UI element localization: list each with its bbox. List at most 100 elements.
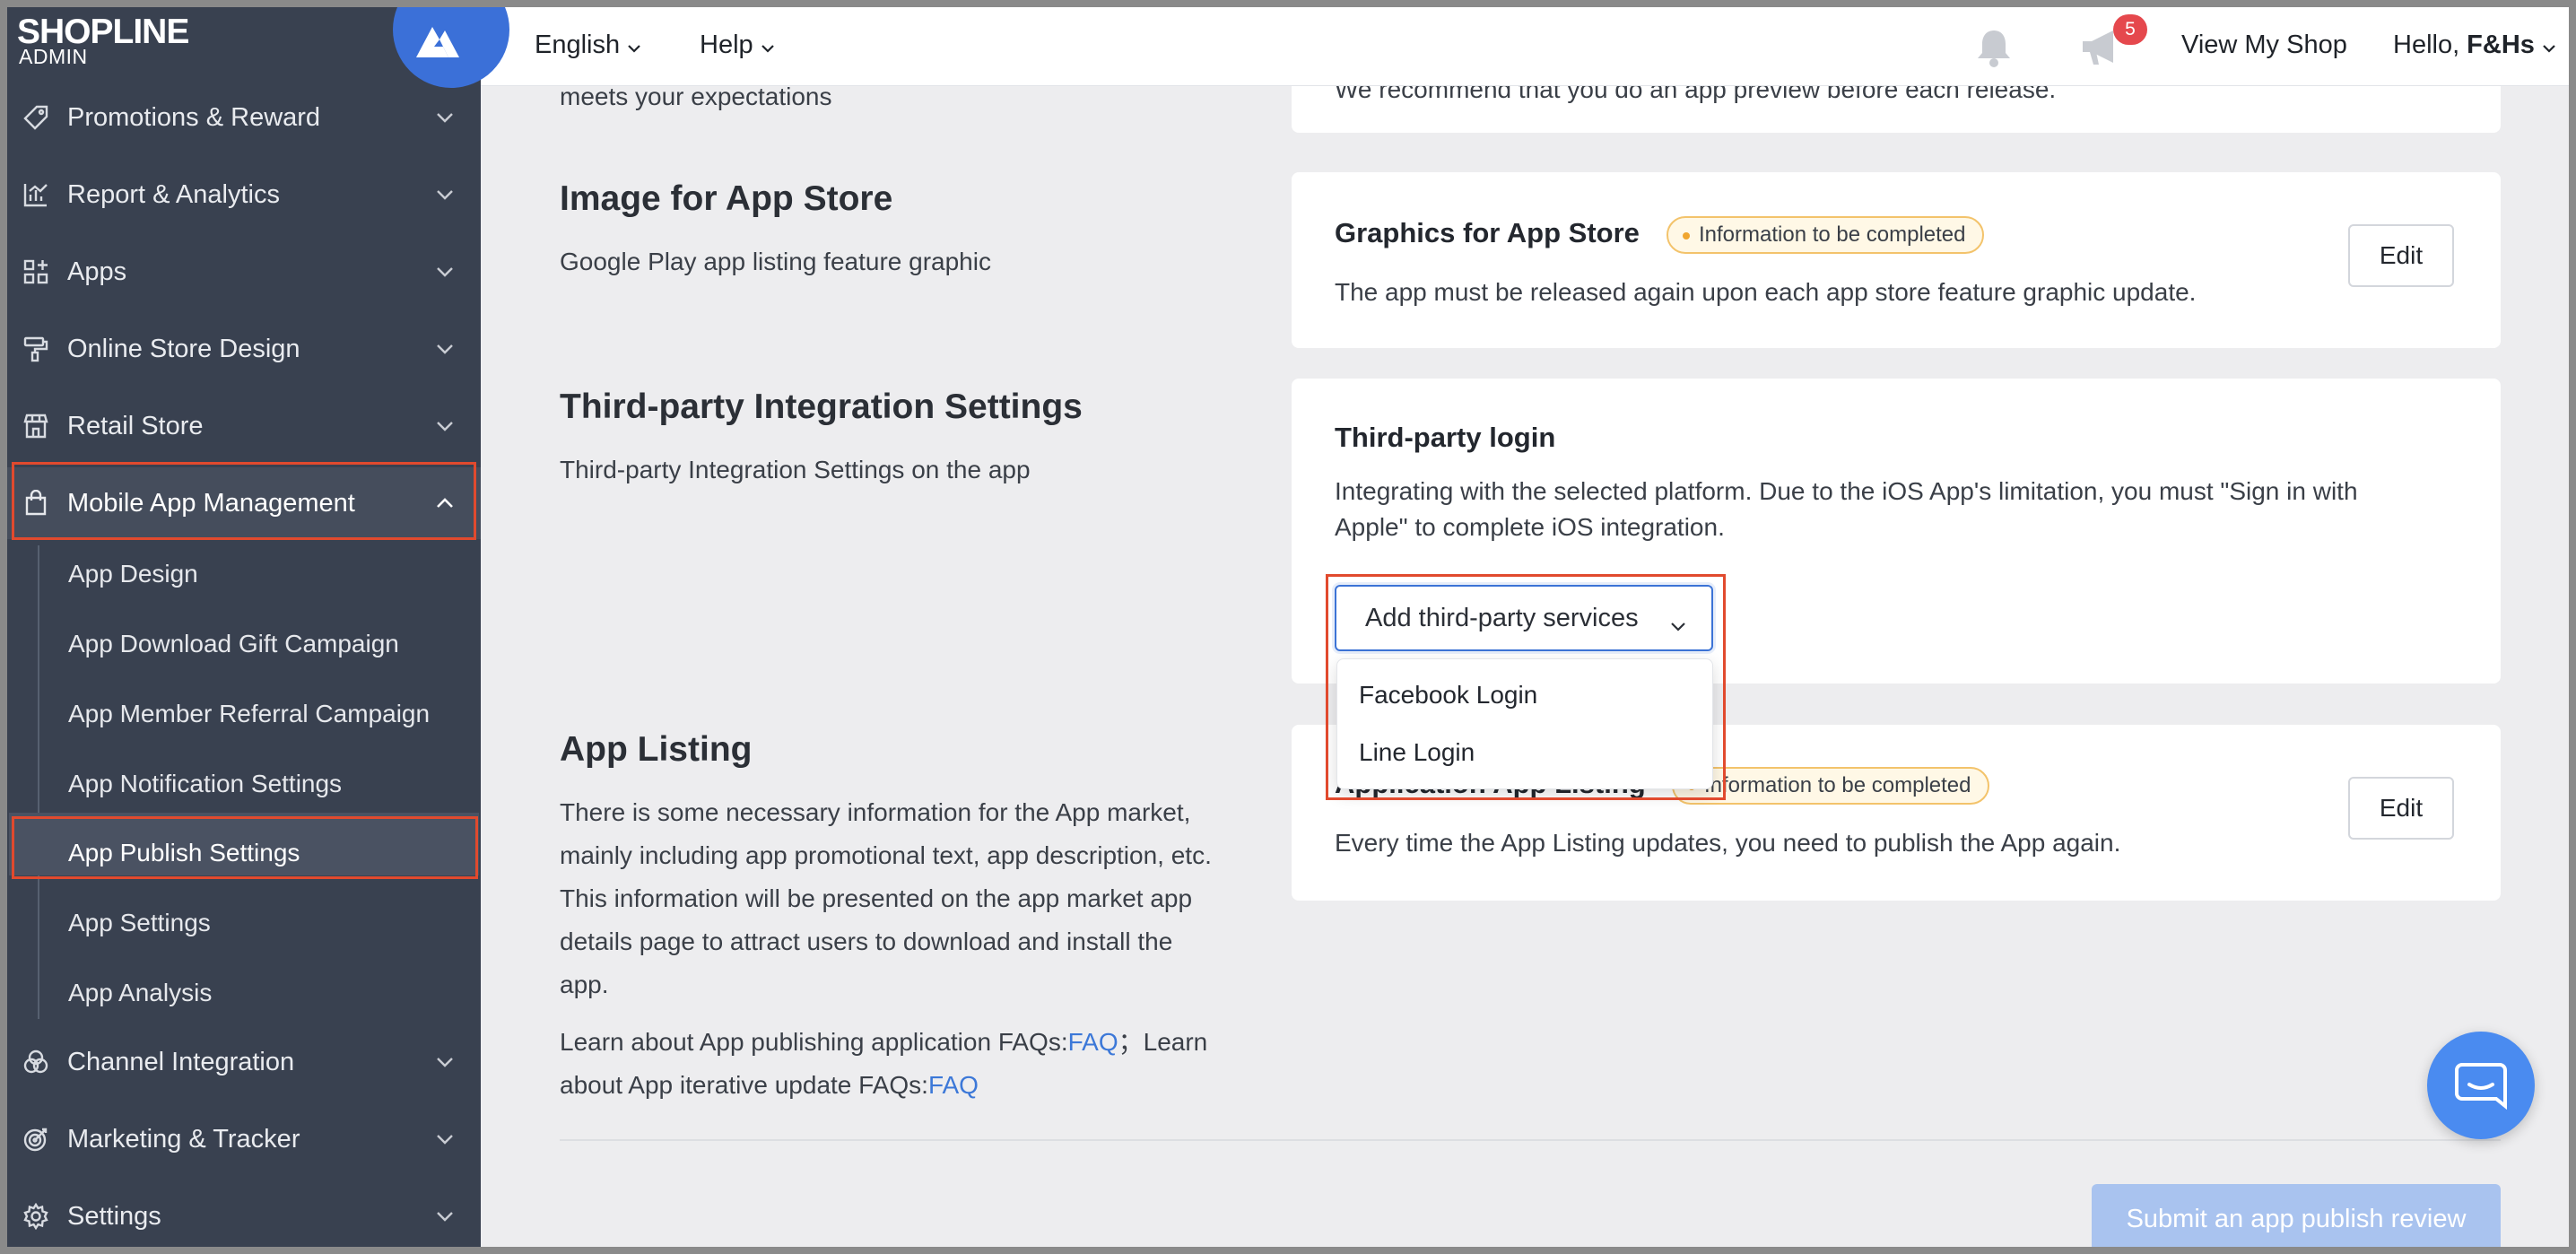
language-label: English: [535, 30, 621, 59]
section-desc-image-app-store: Google Play app listing feature graphic: [560, 248, 991, 275]
section-desc-app-listing-line-3: This information will be presented on th…: [560, 884, 1193, 912]
dropdown-option-facebook-login[interactable]: Facebook Login: [1359, 681, 1537, 710]
chat-support-button[interactable]: [2427, 1032, 2535, 1139]
faq-link-publishing[interactable]: FAQ: [1068, 1028, 1118, 1056]
chat-bubble-icon: [2455, 1063, 2507, 1110]
sidebar-item-report-analytics[interactable]: Report & Analytics: [7, 159, 481, 231]
language-selector[interactable]: English: [535, 30, 641, 60]
submenu-item-app-settings[interactable]: App Settings: [68, 909, 211, 937]
edit-app-listing-button[interactable]: Edit: [2348, 777, 2454, 840]
faq-text: ；Learn: [1118, 1028, 1208, 1056]
select-label: Add third-party services: [1365, 603, 1639, 632]
faq-line-2: about App iterative update FAQs:FAQ: [560, 1064, 979, 1106]
apps-grid-icon: [20, 256, 52, 288]
sidebar-item-label: Apps: [67, 257, 127, 286]
chevron-down-icon: [627, 30, 641, 60]
view-my-shop-link[interactable]: View My Shop: [2181, 30, 2347, 60]
sidebar-item-promotions-reward[interactable]: Promotions & Reward: [7, 82, 481, 153]
faq-text: Learn about App publishing application F…: [560, 1028, 1068, 1056]
card-text: The app must be released again upon each…: [1335, 278, 2197, 306]
status-badge: Information to be completed: [1667, 216, 1984, 254]
submit-app-publish-review-button[interactable]: Submit an app publish review: [2092, 1184, 2501, 1247]
chevron-down-icon: [434, 338, 456, 360]
card-text: Every time the App Listing updates, you …: [1335, 829, 2121, 857]
section-title-third-party-integration: Third-party Integration Settings: [560, 388, 1083, 426]
tag-icon: [20, 101, 52, 134]
submenu-item-app-download-gift-campaign[interactable]: App Download Gift Campaign: [68, 630, 399, 658]
section-desc-app-listing-line-4: details page to attract users to downloa…: [560, 927, 1173, 955]
store-icon: [20, 410, 52, 442]
sidebar-item-label: Retail Store: [67, 411, 204, 440]
section-title-image-app-store: Image for App Store: [560, 179, 893, 218]
top-bar: English Help 5 View My Shop Hello, F&Hs: [481, 7, 2569, 86]
sidebar-item-marketing-tracker[interactable]: Marketing & Tracker: [7, 1103, 481, 1175]
greeting-label: Hello,: [2393, 30, 2460, 59]
sidebar-item-online-store-design[interactable]: Online Store Design: [7, 313, 481, 385]
card-text-line-1: Integrating with the selected platform. …: [1335, 477, 2358, 505]
submenu-guide-line: [38, 545, 39, 1019]
faq-text: about App iterative update FAQs:: [560, 1071, 928, 1099]
section-desc-app-listing-line-5: app.: [560, 971, 609, 998]
bell-icon[interactable]: [1971, 25, 2016, 74]
chevron-down-icon: [434, 107, 456, 128]
status-badge: Information to be completed: [1672, 767, 1989, 805]
chevron-down-icon: [434, 415, 456, 437]
submenu-item-app-publish-settings[interactable]: App Publish Settings: [68, 839, 300, 867]
channels-icon: [20, 1046, 52, 1078]
chevron-down-icon: [434, 1128, 456, 1150]
section-desc-third-party-integration: Third-party Integration Settings on the …: [560, 456, 1031, 483]
submenu-item-app-analysis[interactable]: App Analysis: [68, 979, 212, 1007]
sidebar-item-label: Channel Integration: [67, 1047, 295, 1076]
chevron-up-icon: [434, 492, 456, 514]
logo-area: SHOPLINE ADMIN: [7, 7, 509, 88]
sidebar-item-settings[interactable]: Settings: [7, 1180, 481, 1247]
sidebar-item-label: Report & Analytics: [67, 179, 280, 209]
paint-roller-icon: [20, 333, 52, 365]
help-label: Help: [700, 30, 753, 59]
faq-link-iterative-update[interactable]: FAQ: [928, 1071, 979, 1099]
notification-count-badge: 5: [2113, 14, 2147, 45]
chevron-down-icon: [1670, 610, 1686, 640]
submenu-item-app-notification-settings[interactable]: App Notification Settings: [68, 770, 342, 798]
user-name: F&Hs: [2467, 30, 2535, 59]
add-third-party-services-select[interactable]: Add third-party services: [1335, 585, 1713, 651]
sidebar-item-label: Mobile App Management: [67, 488, 355, 518]
edit-graphics-button[interactable]: Edit: [2348, 224, 2454, 287]
content-divider: [560, 1139, 2501, 1141]
submenu-item-app-member-referral-campaign[interactable]: App Member Referral Campaign: [68, 700, 430, 728]
sidebar-item-label: Marketing & Tracker: [67, 1124, 300, 1154]
graphics-app-store-card: Graphics for App Store Information to be…: [1292, 172, 2501, 348]
section-title-app-listing: App Listing: [560, 730, 753, 769]
logo-subtitle: ADMIN: [19, 45, 88, 68]
target-icon: [20, 1123, 52, 1155]
third-party-services-dropdown: Facebook Login Line Login: [1336, 658, 1713, 789]
sidebar-item-label: Online Store Design: [67, 334, 300, 363]
sidebar-item-label: Promotions & Reward: [67, 102, 321, 132]
sidebar-item-channel-integration[interactable]: Channel Integration: [7, 1026, 481, 1098]
sidebar-item-label: Settings: [67, 1201, 161, 1231]
sidebar-item-apps[interactable]: Apps: [7, 236, 481, 308]
gear-icon: [20, 1200, 52, 1232]
help-menu[interactable]: Help: [700, 30, 775, 60]
chevron-down-icon: [761, 30, 775, 60]
submenu-item-app-design[interactable]: App Design: [68, 560, 198, 588]
faq-line-1: Learn about App publishing application F…: [560, 1021, 1207, 1063]
chevron-down-icon: [434, 261, 456, 283]
shopping-bag-icon: [20, 487, 52, 519]
chevron-down-icon: [434, 1206, 456, 1227]
card-text-line-2: Apple" to complete iOS integration.: [1335, 513, 1725, 541]
section-desc-app-listing-line-1: There is some necessary information for …: [560, 798, 1191, 826]
mountain-logo-icon: [416, 27, 459, 57]
card-title: Third-party login: [1335, 422, 1556, 453]
sidebar-item-mobile-app-management[interactable]: Mobile App Management: [7, 467, 481, 539]
dropdown-option-line-login[interactable]: Line Login: [1359, 738, 1475, 767]
app-window: SHOPLINE ADMIN Promotions & Reward Repor…: [7, 7, 2569, 1247]
sidebar: SHOPLINE ADMIN Promotions & Reward Repor…: [7, 7, 509, 1247]
chevron-down-icon: [2542, 30, 2556, 60]
card-title: Graphics for App Store: [1335, 217, 1640, 248]
chevron-down-icon: [434, 1051, 456, 1073]
chevron-down-icon: [434, 184, 456, 205]
sidebar-item-retail-store[interactable]: Retail Store: [7, 390, 481, 462]
user-menu[interactable]: Hello, F&Hs: [2393, 30, 2556, 60]
section-desc-app-listing-line-2: mainly including app promotional text, a…: [560, 841, 1212, 869]
